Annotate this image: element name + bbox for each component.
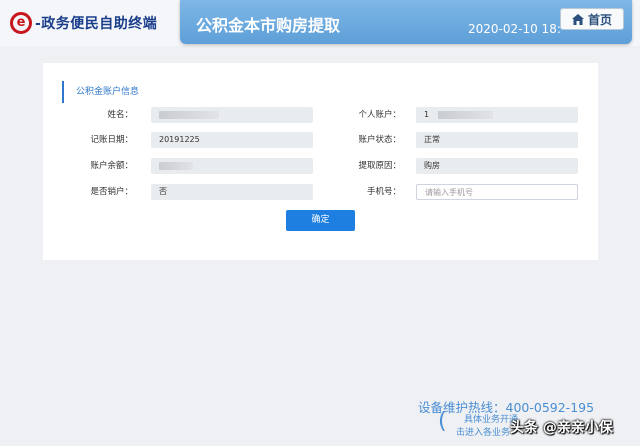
personal-account-label: 个人账户： [358, 110, 401, 120]
name-label: 姓名： [107, 110, 133, 120]
home-button-label: 首页 [587, 12, 612, 27]
close-account-field: 否 [151, 184, 313, 200]
close-account-label: 是否销户： [90, 187, 133, 197]
masked-balance [159, 161, 193, 170]
account-status-label: 账户状态： [358, 135, 401, 145]
withdraw-reason-field: 购房 [416, 158, 578, 174]
personal-account-field: 1 [416, 107, 578, 123]
datetime-display: 2020-02-10 18: [468, 22, 561, 36]
posting-date-field: 20191225 [151, 132, 313, 148]
withdraw-reason-label: 提取原因： [358, 161, 401, 171]
home-icon [571, 13, 584, 25]
logo: e -政务便民自助终端 [10, 10, 157, 36]
name-field [151, 107, 313, 123]
home-button[interactable]: 首页 [560, 8, 624, 30]
balance-label: 账户余额： [90, 161, 133, 171]
phone-label: 手机号： [366, 187, 401, 197]
masked-account [437, 110, 493, 119]
account-status-field: 正常 [416, 132, 578, 148]
masked-name [159, 110, 219, 119]
section-title: 公积金账户信息 [62, 81, 139, 103]
logo-text: -政务便民自助终端 [35, 16, 158, 32]
phone-input[interactable]: 请输入手机号 [416, 184, 578, 200]
page-title: 公积金本市购房提取 [196, 16, 341, 35]
top-bar: e -政务便民自助终端 公积金本市购房提取 2020-02-10 18: 首页 [0, 0, 640, 46]
posting-date-label: 记账日期： [90, 135, 133, 145]
confirm-button[interactable]: 确定 [286, 210, 355, 231]
bracket-decoration: ( [438, 409, 447, 434]
balance-field [151, 158, 313, 174]
personal-account-value: 1 [424, 110, 430, 119]
tip-line-2: 击进入各业务 [456, 428, 511, 438]
account-info-card: 公积金账户信息 姓名： 个人账户： 1 记账日期： 20191225 账户状态：… [43, 63, 598, 260]
e-logo-icon: e [10, 12, 32, 34]
watermark: 头条 @亲亲小保 [510, 420, 613, 436]
